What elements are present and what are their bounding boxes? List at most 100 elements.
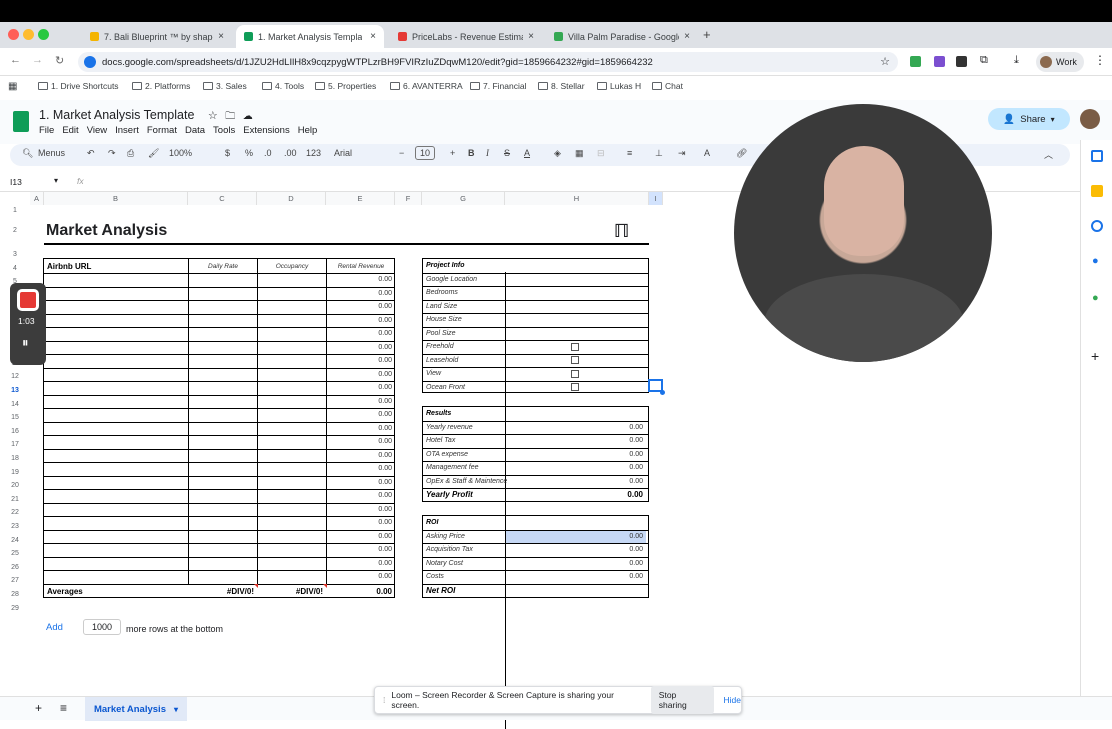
spreadsheet-grid[interactable]: ABCDEFGHI 123456789101112131415161718192… [0,192,665,729]
menu-view[interactable]: View [87,125,107,136]
add-rows-count-input[interactable]: 1000 [83,619,122,635]
text-wrap-icon[interactable]: ⇥ [678,148,686,159]
rental-revenue-cell[interactable]: 0.00 [328,546,392,553]
minimize-window-button[interactable] [23,29,34,40]
fill-color-icon[interactable]: ◈ [554,148,561,159]
close-tab-icon[interactable]: × [218,31,224,42]
browser-tab[interactable]: 7. Bali Blueprint ™ by shape... × [82,25,232,48]
column-header[interactable]: A [30,192,44,205]
row-header[interactable]: 25 [0,550,30,557]
row-header[interactable]: 12 [0,373,30,380]
rental-revenue-cell[interactable]: 0.00 [328,492,392,499]
undo-icon[interactable]: ↶ [87,148,95,159]
bookmark-item[interactable]: 2. Platforms [132,81,190,91]
align-left-icon[interactable]: ≡ [627,148,632,158]
checkbox[interactable] [571,369,579,378]
row-header[interactable]: 22 [0,509,30,516]
rental-revenue-cell[interactable]: 0.00 [328,506,392,513]
rental-revenue-cell[interactable]: 0.00 [328,479,392,486]
all-sheets-icon[interactable]: ≡ [60,701,67,715]
value-cell[interactable]: 0.00 [506,435,646,447]
maximize-window-button[interactable] [38,29,49,40]
browser-tab[interactable]: Villa Palm Paradise - Google × [546,25,698,48]
value-cell[interactable]: 0.00 [506,571,646,583]
bookmark-item[interactable]: 8. Stellar [538,81,585,91]
value-cell[interactable]: 0.00 [506,530,646,543]
rental-revenue-cell[interactable]: 0.00 [328,344,392,351]
close-tab-icon[interactable]: × [684,31,690,42]
extension-icon[interactable] [956,56,967,67]
checkbox[interactable] [571,342,579,351]
font-size-increase-icon[interactable]: + [450,148,455,158]
row-header[interactable]: 27 [0,577,30,584]
vertical-align-icon[interactable]: ⊥ [655,148,663,159]
text-rotate-icon[interactable]: A [704,148,710,158]
rental-revenue-cell[interactable]: 0.00 [328,290,392,297]
column-header[interactable]: I [649,192,663,205]
print-icon[interactable]: ⎙ [127,148,134,159]
new-tab-button[interactable]: + [703,27,711,42]
bookmark-item[interactable]: 4. Tools [262,81,304,91]
percent-format-button[interactable]: % [245,148,253,158]
row-header[interactable]: 24 [0,537,30,544]
average-occupancy[interactable]: #DIV/0! [259,587,323,596]
row-header[interactable]: 4 [0,265,30,272]
star-icon[interactable]: ☆ [208,110,218,122]
average-daily-rate[interactable]: #DIV/0! [190,587,254,596]
borders-icon[interactable]: ▦ [575,148,584,159]
rental-revenue-cell[interactable]: 0.00 [328,425,392,432]
sheet-tab-market-analysis[interactable]: Market Analysis ▾ [85,697,187,721]
row-header[interactable]: 2 [0,227,30,234]
bookmark-item[interactable]: 3. Sales [203,81,247,91]
italic-icon[interactable]: I [486,148,489,158]
column-header[interactable]: D [257,192,326,205]
row-header[interactable]: 19 [0,469,30,476]
back-icon[interactable]: ← [10,54,21,66]
rental-revenue-cell[interactable]: 0.00 [328,317,392,324]
rental-revenue-cell[interactable]: 0.00 [328,533,392,540]
close-window-button[interactable] [8,29,19,40]
reload-icon[interactable]: ↻ [55,54,64,67]
row-header[interactable]: 20 [0,482,30,489]
stop-sharing-button[interactable]: Stop sharing [650,686,714,714]
share-button[interactable]: 👤 Share ▾ [988,108,1070,130]
row-header[interactable]: 14 [0,401,30,408]
row-header[interactable]: 18 [0,455,30,462]
site-info-icon[interactable] [84,56,96,68]
search-menus-icon[interactable]: 🔍︎ [22,148,33,159]
url-input[interactable]: docs.google.com/spreadsheets/d/1JZU2HdLI… [78,52,898,72]
extensions-puzzle-icon[interactable]: ⧉ [980,54,988,67]
tasks-icon[interactable] [1091,220,1103,232]
column-header[interactable]: F [395,192,422,205]
menu-edit[interactable]: Edit [62,125,78,136]
bookmark-item[interactable]: 1. Drive Shortcuts [38,81,119,91]
rental-revenue-cell[interactable]: 0.00 [328,465,392,472]
profile-button[interactable]: Work [1036,52,1084,72]
sheets-logo-icon[interactable] [13,111,29,132]
browser-tab[interactable]: PriceLabs - Revenue Estimat × [390,25,542,48]
rental-revenue-cell[interactable]: 0.00 [328,371,392,378]
pause-icon[interactable]: ⏸︎ [22,335,29,351]
name-box-dropdown-icon[interactable]: ▾ [54,176,58,185]
font-select[interactable]: Arial [334,148,352,158]
number-format-button[interactable]: 123 [306,148,321,158]
menu-help[interactable]: Help [298,125,318,136]
bold-icon[interactable]: B [468,148,475,158]
contacts-icon[interactable]: ● [1092,255,1099,267]
bookmark-item[interactable]: Chat [652,81,683,91]
search-menus-label[interactable]: Menus [38,148,65,158]
name-box[interactable]: I13 [10,177,22,187]
value-cell[interactable]: 0.00 [506,462,646,474]
rental-revenue-cell[interactable]: 0.00 [328,438,392,445]
download-icon[interactable]: ⤓ [1014,54,1019,67]
column-header[interactable]: C [188,192,257,205]
rental-revenue-cell[interactable]: 0.00 [328,384,392,391]
column-header[interactable]: G [422,192,505,205]
bookmark-item[interactable]: Lukas H [597,81,641,91]
rental-revenue-cell[interactable]: 0.00 [328,560,392,567]
paint-format-icon[interactable]: 🖌︎ [148,148,159,159]
redo-icon[interactable]: ↷ [108,148,116,159]
row-header[interactable]: 29 [0,605,30,612]
account-avatar[interactable] [1080,109,1100,129]
maps-icon[interactable]: ● [1092,292,1099,304]
